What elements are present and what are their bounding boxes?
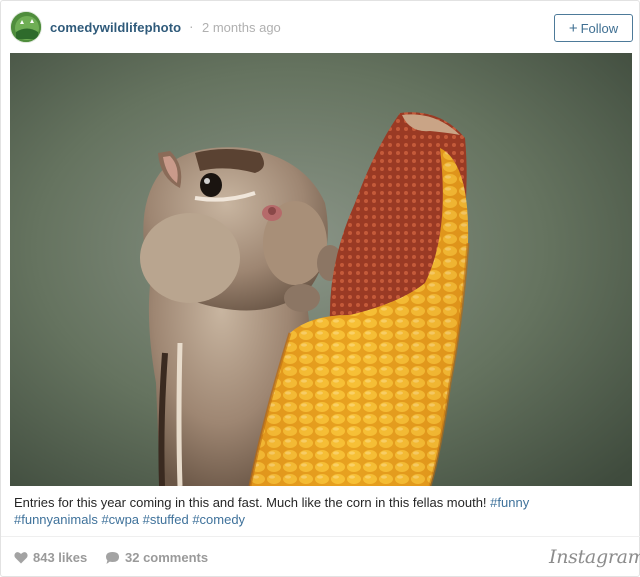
username-link[interactable]: comedywildlifephoto bbox=[50, 20, 181, 35]
likes-count[interactable]: 843 likes bbox=[14, 550, 87, 565]
post-timestamp[interactable]: 2 months ago bbox=[202, 20, 281, 35]
hashtag-link[interactable]: #funny bbox=[490, 495, 529, 510]
hashtag-link[interactable]: #comedy bbox=[192, 512, 245, 527]
post-caption: Entries for this year coming in this and… bbox=[14, 494, 624, 528]
comedy-wildlife-logo-icon bbox=[11, 12, 41, 42]
hashtag-link[interactable]: #stuffed bbox=[143, 512, 189, 527]
post-photo[interactable] bbox=[10, 53, 632, 486]
instagram-post-card: comedywildlifephoto · 2 months ago + Fol… bbox=[0, 0, 640, 577]
comments-label: 32 comments bbox=[125, 550, 209, 565]
comments-count[interactable]: 32 comments bbox=[105, 550, 208, 565]
follow-button[interactable]: + Follow bbox=[554, 14, 633, 42]
avatar[interactable] bbox=[10, 11, 42, 43]
post-footer: 843 likes 32 comments Instagram bbox=[1, 536, 640, 576]
post-header: comedywildlifephoto · 2 months ago + Fol… bbox=[1, 1, 640, 53]
likes-label: 843 likes bbox=[33, 550, 88, 565]
chipmunk-eating-corn-photo bbox=[10, 53, 632, 486]
caption-text: Entries for this year coming in this and… bbox=[14, 495, 491, 510]
hashtag-link[interactable]: #funnyanimals bbox=[14, 512, 98, 527]
follow-label: Follow bbox=[580, 20, 619, 36]
instagram-logo[interactable]: Instagram bbox=[549, 546, 640, 568]
speech-bubble-icon bbox=[106, 551, 119, 564]
separator-dot: · bbox=[189, 18, 194, 34]
heart-icon bbox=[14, 552, 28, 564]
plus-icon: + bbox=[568, 19, 578, 37]
hashtag-link[interactable]: #cwpa bbox=[101, 512, 139, 527]
